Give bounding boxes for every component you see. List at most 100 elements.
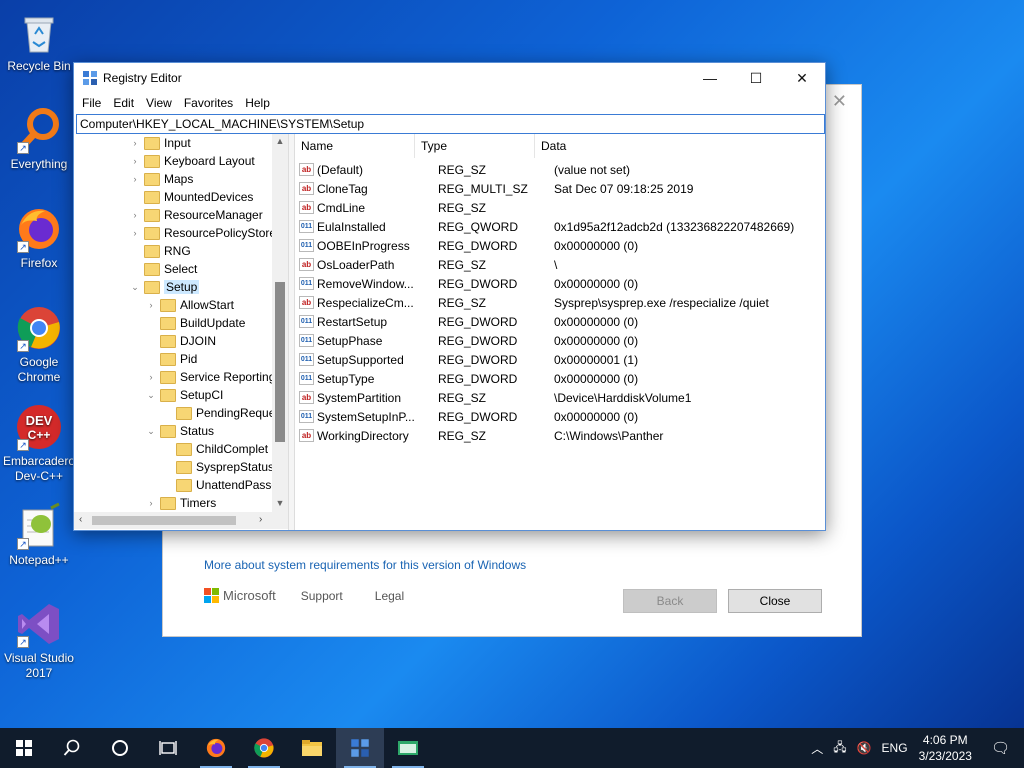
tree-expander-icon[interactable]: › [128, 210, 142, 220]
tree-vertical-scrollbar[interactable]: ▲ ▼ [272, 134, 288, 512]
key-tree-pane[interactable]: › Input › Keyboard Layout › Maps MountedDevice… [74, 134, 289, 530]
taskbar-file-explorer[interactable] [288, 728, 336, 768]
registry-value-row[interactable]: ab RespecializeCm... REG_SZ Sysprep\sysprep… [299, 293, 769, 312]
cortana-button[interactable] [96, 728, 144, 768]
show-hidden-icons-icon[interactable]: ︿ [811, 740, 823, 757]
scroll-down-icon[interactable]: ▼ [272, 498, 288, 508]
tree-expander-icon[interactable]: › [128, 228, 142, 238]
volume-muted-icon[interactable]: 🔇 [857, 741, 872, 755]
menu-favorites[interactable]: Favorites [178, 96, 239, 110]
menu-file[interactable]: File [76, 96, 107, 110]
tree-expander-icon[interactable]: ⌄ [144, 390, 158, 401]
tree-expander-icon[interactable]: › [144, 300, 158, 310]
tree-item[interactable]: › Input [128, 134, 191, 152]
desktop-icon-firefox[interactable]: ↗ Firefox [0, 205, 78, 271]
legal-link[interactable]: Legal [375, 589, 404, 603]
network-icon[interactable]: 🖧 [833, 738, 846, 759]
close-button[interactable]: Close [728, 589, 822, 613]
registry-value-row[interactable]: 011 OOBEInProgress REG_DWORD 0x00000000 (0) [299, 236, 638, 255]
tree-item[interactable]: › ResourcePolicyStore [128, 224, 277, 242]
maximize-button[interactable]: ☐ [733, 63, 779, 93]
setup-close-icon[interactable]: ✕ [832, 91, 847, 112]
tree-item[interactable]: MountedDevices [128, 188, 253, 206]
menu-edit[interactable]: Edit [107, 96, 140, 110]
desktop-icon-recycle-bin[interactable]: Recycle Bin [0, 8, 78, 74]
registry-value-row[interactable]: 011 SetupSupported REG_DWORD 0x00000001 (1) [299, 350, 638, 369]
desktop-icon-notepad-plus-plus[interactable]: ↗ Notepad++ [0, 502, 78, 568]
tree-item[interactable]: ChildComplet [160, 440, 268, 458]
registry-value-row[interactable]: 011 SystemSetupInP... REG_DWORD 0x00000000 … [299, 407, 638, 426]
tree-item[interactable]: PendingReque [160, 404, 275, 422]
clock[interactable]: 4:06 PM 3/23/2023 [919, 732, 972, 764]
column-header-name[interactable]: Name [295, 134, 415, 158]
scroll-thumb[interactable] [275, 282, 285, 442]
search-button[interactable] [48, 728, 96, 768]
close-window-button[interactable]: ✕ [779, 63, 825, 93]
scroll-thumb[interactable] [92, 516, 236, 525]
title-bar[interactable]: Registry Editor — ☐ ✕ [74, 63, 825, 93]
tree-item[interactable]: › Timers [144, 494, 217, 512]
registry-value-row[interactable]: 011 RemoveWindow... REG_DWORD 0x00000000 (0… [299, 274, 638, 293]
notifications-icon[interactable]: 🗨 [991, 739, 1010, 757]
tree-item[interactable]: › ResourceManager [128, 206, 263, 224]
tree-item[interactable]: › AllowStart [144, 296, 235, 314]
desktop-icon-everything[interactable]: ↗ Everything [0, 106, 78, 172]
tree-item[interactable]: Pid [144, 350, 197, 368]
tree-expander-icon[interactable]: › [144, 498, 158, 508]
clock-time: 4:06 PM [922, 733, 968, 747]
registry-value-row[interactable]: ab CmdLine REG_SZ [299, 198, 554, 217]
tree-item[interactable]: Select [128, 260, 197, 278]
tree-item[interactable]: ⌄ SetupCI [144, 386, 223, 404]
tree-expander-icon[interactable]: › [128, 156, 142, 166]
tree-item[interactable]: RNG [128, 242, 191, 260]
scroll-right-icon[interactable]: › [259, 514, 262, 525]
desktop-icon-visual-studio[interactable]: ↗ Visual Studio 2017 [0, 600, 78, 681]
taskbar-firefox[interactable] [192, 728, 240, 768]
start-button[interactable] [0, 728, 48, 768]
support-link[interactable]: Support [301, 589, 343, 603]
column-header-type[interactable]: Type [415, 134, 535, 158]
taskbar-app[interactable] [384, 728, 432, 768]
registry-value-row[interactable]: ab SystemPartition REG_SZ \Device\HarddiskV… [299, 388, 691, 407]
taskbar-registry-editor[interactable] [336, 728, 384, 768]
registry-value-row[interactable]: 011 SetupPhase REG_DWORD 0x00000000 (0) [299, 331, 638, 350]
address-bar[interactable]: Computer\HKEY_LOCAL_MACHINE\SYSTEM\Setup [76, 114, 825, 134]
registry-value-row[interactable]: 011 EulaInstalled REG_QWORD 0x1d95a2f12adcb… [299, 217, 794, 236]
taskbar-chrome[interactable] [240, 728, 288, 768]
scroll-up-icon[interactable]: ▲ [272, 136, 288, 146]
tree-item[interactable]: DJOIN [144, 332, 216, 350]
tree-expander-icon[interactable]: ⌄ [128, 282, 142, 293]
registry-value-row[interactable]: ab OsLoaderPath REG_SZ \ [299, 255, 557, 274]
minimize-button[interactable]: — [687, 63, 733, 93]
tree-horizontal-scrollbar[interactable]: ‹ › [74, 512, 288, 529]
tree-item[interactable]: BuildUpdate [144, 314, 245, 332]
registry-value-row[interactable]: 011 SetupType REG_DWORD 0x00000000 (0) [299, 369, 638, 388]
registry-value-row[interactable]: ab (Default) REG_SZ (value not set) [299, 160, 630, 179]
tree-expander-icon[interactable]: › [128, 174, 142, 184]
tree-item[interactable]: › Service Reporting [144, 368, 276, 386]
column-header-data[interactable]: Data [535, 134, 825, 158]
desktop-icon-dev-cpp[interactable]: DEV C++ ↗ Embarcadero Dev-C++ [0, 403, 78, 484]
registry-value-row[interactable]: ab CloneTag REG_MULTI_SZ Sat Dec 07 09:18:2… [299, 179, 693, 198]
desktop-icon-google-chrome[interactable]: ↗ Google Chrome [0, 304, 78, 385]
tree-item[interactable]: ⌄ Setup [128, 278, 200, 296]
registry-value-row[interactable]: ab WorkingDirectory REG_SZ C:\Windows\Panth… [299, 426, 663, 445]
input-language[interactable]: ENG [882, 741, 908, 755]
menu-help[interactable]: Help [239, 96, 276, 110]
tree-item[interactable]: SysprepStatus [160, 458, 274, 476]
values-list-pane[interactable]: Name Type Data ab (Default) REG_SZ (value n… [295, 134, 825, 530]
scroll-left-icon[interactable]: ‹ [79, 514, 82, 525]
tree-item[interactable]: UnattendPasse [160, 476, 278, 494]
tree-expander-icon[interactable]: ⌄ [144, 426, 158, 437]
tree-item[interactable]: › Maps [128, 170, 194, 188]
registry-value-row[interactable]: 011 RestartSetup REG_DWORD 0x00000000 (0) [299, 312, 638, 331]
back-button[interactable]: Back [623, 589, 717, 613]
tree-expander-icon[interactable]: › [144, 372, 158, 382]
string-value-icon: ab [299, 391, 314, 404]
tree-item[interactable]: ⌄ Status [144, 422, 214, 440]
task-view-button[interactable] [144, 728, 192, 768]
menu-view[interactable]: View [140, 96, 178, 110]
system-requirements-link[interactable]: More about system requirements for this … [204, 558, 526, 572]
tree-item[interactable]: › Keyboard Layout [128, 152, 255, 170]
tree-expander-icon[interactable]: › [128, 138, 142, 148]
